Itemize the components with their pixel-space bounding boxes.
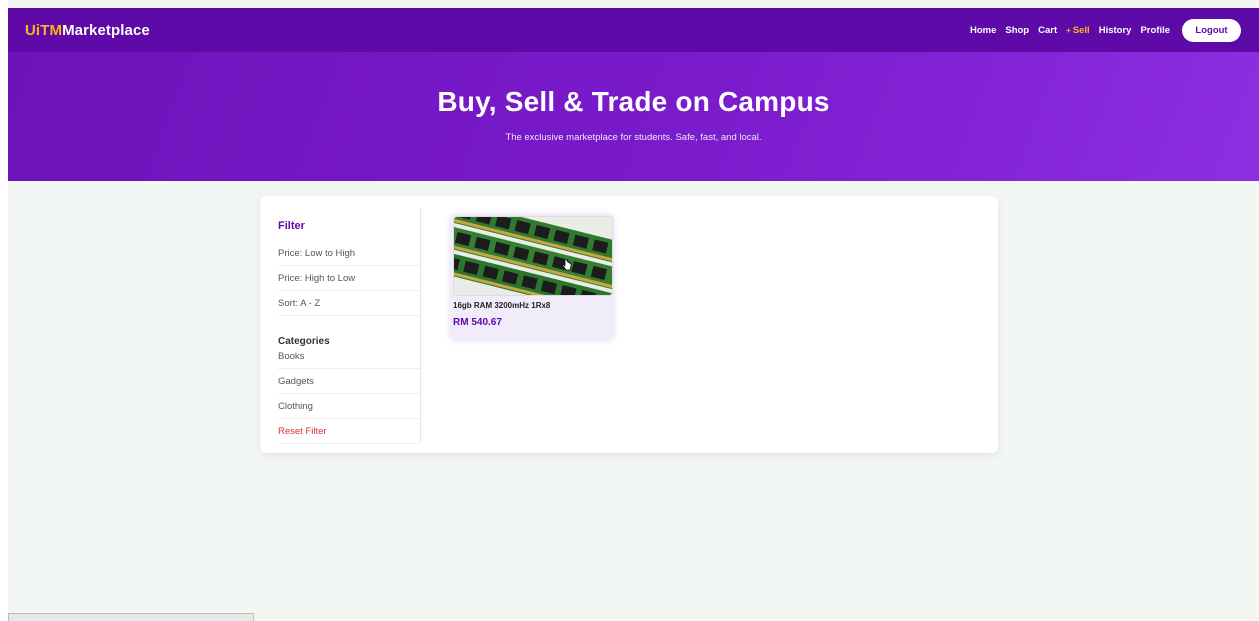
filter-heading: Filter (278, 220, 305, 232)
sort-price-high-low[interactable]: Price: High to Low (278, 273, 420, 291)
category-gadgets[interactable]: Gadgets (278, 376, 420, 394)
product-name: 16gb RAM 3200mHz 1Rx8 (453, 301, 551, 310)
hand-cursor-icon (562, 259, 572, 271)
brand-logo[interactable]: UiTMMarketplace (25, 22, 150, 39)
brand-part-1: UiTM (25, 21, 63, 39)
nav-shop-link[interactable]: Shop (1005, 25, 1029, 36)
hero-subtitle: The exclusive marketplace for students. … (505, 132, 762, 143)
reset-filter-link[interactable]: Reset Filter (278, 426, 420, 444)
window-edge (0, 0, 8, 621)
categories-heading: Categories (278, 336, 330, 347)
nav-history-link[interactable]: History (1099, 25, 1132, 36)
logout-button[interactable]: Logout (1182, 18, 1241, 42)
hero-title: Buy, Sell & Trade on Campus (437, 86, 830, 117)
category-books[interactable]: Books (278, 351, 420, 369)
product-image[interactable] (453, 216, 613, 296)
product-price: RM 540.67 (453, 317, 502, 328)
shop-panel: Filter Price: Low to High Price: High to… (260, 196, 998, 453)
filter-sidebar: Filter Price: Low to High Price: High to… (278, 208, 421, 444)
nav-home-link[interactable]: Home (970, 25, 996, 36)
ram-image-icon (454, 217, 612, 295)
category-clothing[interactable]: Clothing (278, 401, 420, 419)
product-card[interactable]: 16gb RAM 3200mHz 1Rx8 RM 540.67 (450, 213, 614, 339)
nav-sell-link[interactable]: Sell (1066, 25, 1090, 36)
nav-cart-link[interactable]: Cart (1038, 25, 1057, 36)
nav-profile-link[interactable]: Profile (1140, 25, 1170, 36)
brand-part-2: Marketplace (62, 21, 150, 39)
browser-status-bar (8, 613, 254, 621)
navbar: UiTMMarketplace Home Shop Cart Sell Hist… (8, 8, 1259, 52)
hero-banner: Buy, Sell & Trade on Campus The exclusiv… (8, 52, 1259, 181)
sort-a-z[interactable]: Sort: A - Z (278, 298, 420, 316)
main-nav: Home Shop Cart Sell History Profile Logo… (961, 18, 1241, 42)
sort-price-low-high[interactable]: Price: Low to High (278, 248, 420, 266)
